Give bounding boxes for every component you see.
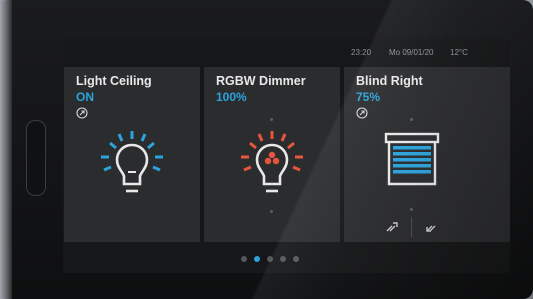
increase-indicator bbox=[270, 118, 273, 121]
decrease-indicator bbox=[410, 208, 413, 211]
decrease-indicator bbox=[270, 210, 273, 213]
page-indicator bbox=[63, 254, 510, 264]
blind-icon bbox=[384, 132, 440, 186]
time-label: 23:20 bbox=[351, 48, 372, 57]
temperature-label: 12°C bbox=[450, 48, 468, 57]
date-label: Mo 09/01/20 bbox=[389, 48, 434, 57]
page-dot[interactable] bbox=[241, 256, 247, 262]
tile-value: ON bbox=[76, 90, 94, 104]
page-dot-active[interactable] bbox=[254, 256, 260, 262]
tile-rgbw-dimmer[interactable]: RGBW Dimmer 100% bbox=[204, 67, 340, 242]
side-button[interactable] bbox=[26, 120, 46, 196]
control-divider bbox=[411, 217, 412, 237]
page-dot[interactable] bbox=[267, 256, 273, 262]
status-bar: 23:20 Mo 09/01/20 12°C bbox=[63, 39, 510, 65]
page-dot[interactable] bbox=[280, 256, 286, 262]
tile-title: Light Ceiling bbox=[76, 74, 152, 88]
device-bezel-edge bbox=[0, 0, 12, 299]
page-dot[interactable] bbox=[293, 256, 299, 262]
screen: 23:20 Mo 09/01/20 12°C Light Ceiling ON bbox=[63, 39, 510, 273]
tile-value: 75% bbox=[356, 90, 381, 104]
tile-light-ceiling[interactable]: Light Ceiling ON bbox=[64, 67, 200, 242]
tile-blind-right[interactable]: Blind Right 75% bbox=[344, 67, 510, 242]
blind-close-icon[interactable] bbox=[384, 219, 400, 235]
tile-title: RGBW Dimmer bbox=[216, 74, 306, 88]
tile-title: Blind Right bbox=[356, 74, 423, 88]
lightbulb-icon bbox=[101, 131, 163, 193]
navigate-icon[interactable] bbox=[356, 107, 368, 119]
blind-open-icon[interactable] bbox=[424, 219, 440, 235]
increase-indicator bbox=[410, 118, 413, 121]
navigate-icon[interactable] bbox=[76, 107, 88, 119]
tile-value: 100% bbox=[216, 90, 247, 104]
rgb-lightbulb-icon bbox=[241, 131, 303, 193]
touch-panel-device: 23:20 Mo 09/01/20 12°C Light Ceiling ON bbox=[0, 0, 533, 299]
